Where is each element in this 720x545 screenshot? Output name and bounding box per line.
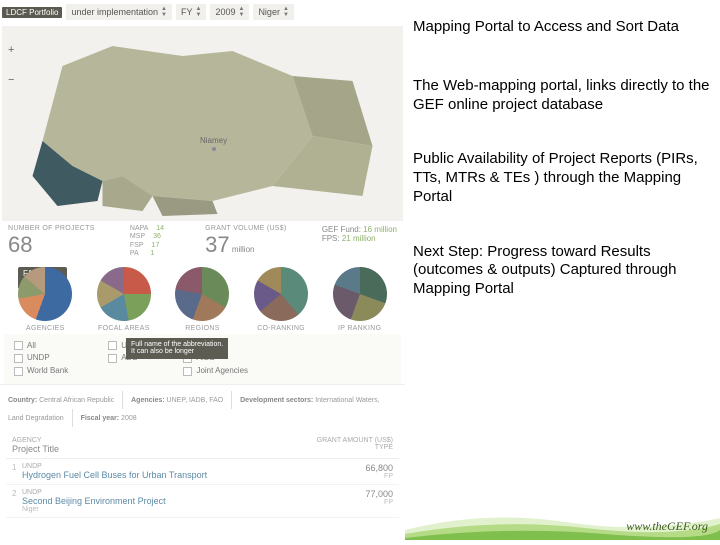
stats-row: NUMBER OF PROJECTS 68 NAPA 14 MSP 36 FSP… <box>0 221 405 263</box>
projects-stat: NUMBER OF PROJECTS 68 <box>8 225 95 258</box>
agency-checks: All UNDP World Bank UNEP ADB EBRD AfDB J… <box>4 334 401 384</box>
fy-filter[interactable]: FY ▲▼ <box>176 4 206 20</box>
projects-label: NUMBER OF PROJECTS <box>8 225 95 232</box>
projects-value: 68 <box>8 232 95 258</box>
fund-breakdown: GEF Fund: 16 million FPS: 21 million <box>322 225 397 243</box>
status-value: under implementation <box>71 7 158 17</box>
project-link[interactable]: Second Beijing Environment Project <box>22 496 333 506</box>
city-name: Niamey <box>200 136 227 145</box>
footer-url[interactable]: www.theGEF.org <box>626 519 708 534</box>
grant-unit: million <box>232 245 255 254</box>
zoom-out-icon[interactable]: − <box>8 74 14 86</box>
pie-agencies[interactable] <box>18 267 72 321</box>
city-marker-icon <box>212 147 216 151</box>
pie-corank[interactable] <box>254 267 308 321</box>
note-3: Public Availability of Project Reports (… <box>413 150 712 206</box>
map-view[interactable]: + − Niamey <box>2 26 403 221</box>
map-city-label: Niamey <box>200 136 227 151</box>
fy-value-filter[interactable]: 2009 ▲▼ <box>210 4 249 20</box>
pie-row: FAO 79 projects AGENCIES FOCAL AREAS REG… <box>0 263 405 334</box>
meta-row: Country: Central African Republic Agenci… <box>0 384 405 433</box>
zoom-controls[interactable]: + − <box>8 44 14 104</box>
footer: www.theGEF.org <box>405 500 720 540</box>
country-stepper[interactable]: ▲▼ <box>283 6 289 18</box>
status-stepper[interactable]: ▲▼ <box>161 6 167 18</box>
country-value: Niger <box>258 7 280 17</box>
table-head: AGENCYProject Title Grant amount (US$)TY… <box>6 433 399 459</box>
fy-value: 2009 <box>215 7 235 17</box>
fy-value-stepper[interactable]: ▲▼ <box>238 6 244 18</box>
grant-stat: GRANT VOLUME (US$) 37 million <box>205 225 287 258</box>
note-1: Mapping Portal to Access and Sort Data <box>413 18 712 37</box>
portal-panel: LDCF Portfolio under implementation ▲▼ F… <box>0 0 405 540</box>
projects-table: AGENCYProject Title Grant amount (US$)TY… <box>0 433 405 518</box>
country-filter[interactable]: Niger ▲▼ <box>253 4 293 20</box>
pie-regions[interactable] <box>175 267 229 321</box>
check-joint[interactable]: Joint Agencies <box>183 365 248 378</box>
status-filter[interactable]: under implementation ▲▼ <box>66 4 172 20</box>
pie-iprank[interactable] <box>333 267 387 321</box>
filter-bar: LDCF Portfolio under implementation ▲▼ F… <box>0 0 405 24</box>
note-2: The Web-mapping portal, links directly t… <box>413 77 712 115</box>
projects-breakdown: NAPA 14 MSP 36 FSP 17 PA 1 <box>130 225 170 259</box>
check-all[interactable]: All <box>14 340 68 353</box>
project-link[interactable]: Hydrogen Fuel Cell Buses for Urban Trans… <box>22 470 333 480</box>
note-4: Next Step: Progress toward Results (outc… <box>413 243 712 299</box>
grant-label: GRANT VOLUME (US$) <box>205 225 287 232</box>
zoom-in-icon[interactable]: + <box>8 44 14 56</box>
portfolio-tag[interactable]: LDCF Portfolio <box>2 7 62 18</box>
table-row[interactable]: 1 UNDP Hydrogen Fuel Cell Buses for Urba… <box>6 459 399 485</box>
map-svg <box>2 26 403 221</box>
grant-value: 37 <box>205 232 229 257</box>
fy-label: FY <box>181 7 193 17</box>
check-worldbank[interactable]: World Bank <box>14 365 68 378</box>
abbrev-tooltip: Full name of the abbreviation. It can al… <box>126 338 228 359</box>
annotation-panel: Mapping Portal to Access and Sort Data T… <box>405 0 720 540</box>
table-row[interactable]: 2 UNDP Second Beijing Environment Projec… <box>6 485 399 518</box>
pie-focal[interactable] <box>97 267 151 321</box>
fy-label-stepper[interactable]: ▲▼ <box>196 6 202 18</box>
check-undp[interactable]: UNDP <box>14 352 68 365</box>
